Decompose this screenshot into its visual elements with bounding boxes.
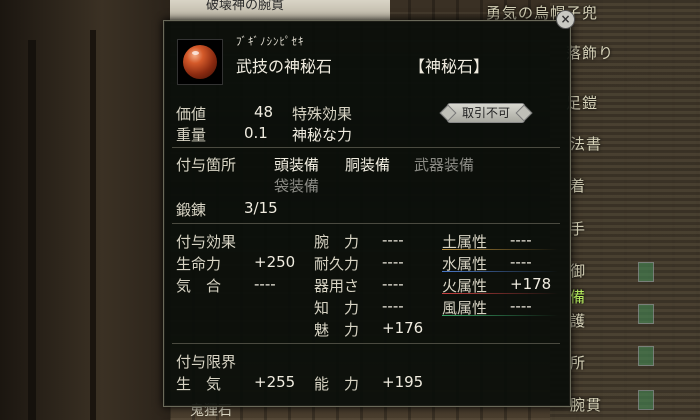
slot-weapon: 武器装備	[414, 156, 475, 174]
divider	[172, 343, 560, 344]
effect-cha-label: 魅 力	[314, 321, 360, 339]
value-amount: 48	[254, 103, 274, 121]
equip-marker-icon	[638, 262, 654, 282]
list-item[interactable]: 備	[570, 286, 586, 307]
close-icon[interactable]: ×	[556, 10, 575, 29]
list-item[interactable]: 手	[570, 218, 586, 239]
background-wall	[0, 0, 170, 420]
effect-hp-label: 生命力	[176, 255, 222, 273]
item-name-ruby: ﾌﾞｷﾞﾉｼﾝﾋﾟｾｷ	[236, 35, 305, 48]
effect-dur-label: 耐久力	[314, 255, 360, 273]
equip-marker-icon	[638, 304, 654, 324]
earth-element-underline	[442, 249, 558, 250]
background-pillar	[28, 40, 36, 420]
effect-dur-value: ----	[382, 253, 404, 271]
equip-marker-icon	[638, 346, 654, 366]
trade-prohibited-badge: 取引不可	[447, 103, 525, 123]
item-tooltip: ﾌﾞｷﾞﾉｼﾝﾋﾟｾｷ 武技の神秘石 【神秘石】 価値 48 特殊効果 取引不可…	[163, 20, 571, 407]
list-item[interactable]: 所	[570, 352, 586, 373]
item-icon-frame	[177, 39, 223, 85]
effect-dex-label: 器用さ	[314, 277, 360, 295]
limit-life-value: +255	[254, 373, 296, 391]
value-label: 価値	[176, 105, 207, 123]
effect-ki-value: ----	[254, 275, 276, 293]
equip-marker-icon	[638, 390, 654, 410]
effect-dex-value: ----	[382, 275, 404, 293]
divider	[172, 147, 560, 148]
list-item[interactable]: 落飾り	[566, 42, 614, 63]
background-pillar	[90, 30, 96, 420]
divider	[172, 223, 560, 224]
effect-arm-value: ----	[382, 231, 404, 249]
list-item[interactable]: 着	[570, 175, 586, 196]
effect-fire-value: +178	[510, 275, 552, 293]
list-item[interactable]: 御	[570, 260, 586, 281]
effect-arm-label: 腕 力	[314, 233, 360, 251]
effect-cha-value: +176	[382, 319, 424, 337]
slot-head: 頭装備	[274, 156, 320, 174]
list-item[interactable]: 法書	[570, 133, 602, 154]
background-list-top: 破壊神の腕貫	[170, 0, 390, 20]
effect-hp-value: +250	[254, 253, 296, 271]
list-item[interactable]: 腕貫	[570, 394, 602, 415]
item-category: 【神秘石】	[409, 57, 490, 76]
effect-water-value: ----	[510, 253, 532, 271]
special-effect-value: 神秘な力	[292, 126, 353, 144]
effect-wind-value: ----	[510, 297, 532, 315]
wind-element-underline	[442, 315, 558, 316]
forge-label: 鍛錬	[176, 201, 207, 219]
fire-element-underline	[442, 293, 558, 294]
limit-ability-label: 能 力	[314, 375, 360, 393]
mystic-stone-icon	[183, 45, 217, 79]
effect-ki-label: 気 合	[176, 277, 222, 295]
effect-int-label: 知 力	[314, 299, 360, 317]
limit-life-label: 生 気	[176, 375, 222, 393]
effects-label: 付与効果	[176, 233, 237, 251]
effect-int-value: ----	[382, 297, 404, 315]
forge-value: 3/15	[244, 199, 278, 217]
water-element-underline	[442, 271, 558, 272]
limit-ability-value: +195	[382, 373, 424, 391]
list-item[interactable]: 護	[570, 310, 586, 331]
effect-earth-value: ----	[510, 231, 532, 249]
attach-label: 付与箇所	[176, 156, 237, 174]
special-effect-label: 特殊効果	[292, 105, 353, 123]
limits-label: 付与限界	[176, 353, 237, 371]
slot-bag: 袋装備	[274, 177, 320, 195]
weight-label: 重量	[176, 126, 207, 144]
weight-amount: 0.1	[244, 124, 268, 142]
item-name: 武技の神秘石	[236, 57, 333, 76]
slot-body: 胴装備	[345, 156, 391, 174]
